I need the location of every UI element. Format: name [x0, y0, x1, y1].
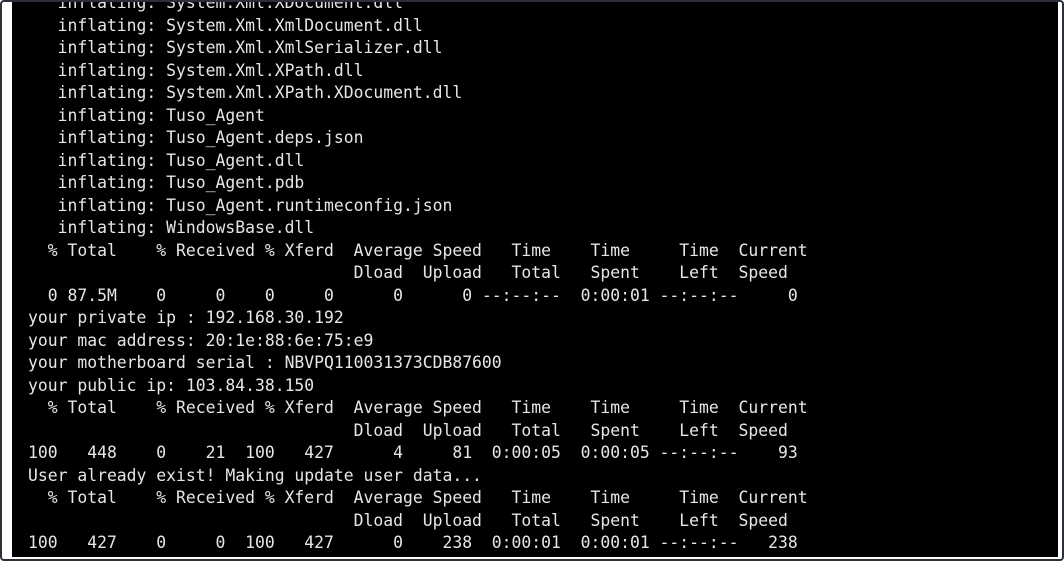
terminal-line: % Total % Received % Xferd Average Speed…	[28, 488, 808, 507]
terminal-line: % Total % Received % Xferd Average Speed…	[28, 398, 808, 417]
terminal-line: inflating: Tuso_Agent.deps.json	[28, 128, 364, 147]
terminal-line: inflating: System.Xml.XmlSerializer.dll	[28, 38, 443, 57]
terminal-line: Dload Upload Total Spent Left Speed	[28, 420, 788, 440]
terminal-window-frame: inflating: System.Xml.XDocument.dll infl…	[0, 0, 1064, 561]
terminal-line: 100 427 0 0 100 427 0 238 0:00:01 0:00:0…	[28, 533, 798, 552]
terminal-line: inflating: System.Xml.XDocument.dll	[28, 2, 403, 12]
terminal-line: inflating: WindowsBase.dll	[28, 218, 315, 237]
terminal-line: inflating: System.Xml.XmlDocument.dll	[28, 15, 423, 35]
terminal-output-area[interactable]: inflating: System.Xml.XDocument.dll infl…	[12, 2, 1058, 557]
terminal-line: inflating: Tuso_Agent	[28, 105, 265, 125]
terminal-line: Dload Upload Total Spent Left Speed	[28, 510, 788, 530]
terminal-line: Dload Upload Total Spent Left Speed	[28, 263, 788, 282]
terminal-line: your motherboard serial : NBVPQ110031373…	[28, 353, 502, 372]
terminal-line: your mac address: 20:1e:88:6e:75:e9	[28, 330, 374, 350]
terminal-line: inflating: Tuso_Agent.pdb	[28, 173, 305, 192]
terminal-line: inflating: System.Xml.XPath.dll	[28, 60, 364, 80]
terminal-line: 0 87.5M 0 0 0 0 0 0 --:--:-- 0:00:01 --:…	[28, 285, 798, 305]
terminal-line: inflating: Tuso_Agent.dll	[28, 150, 305, 170]
terminal-line: 100 448 0 21 100 427 4 81 0:00:05 0:00:0…	[28, 443, 798, 462]
terminal-lines: inflating: System.Xml.XDocument.dll infl…	[28, 2, 808, 555]
terminal-line: your public ip: 103.84.38.150	[28, 375, 315, 395]
terminal-line: your private ip : 192.168.30.192	[28, 308, 344, 327]
terminal-line: % Total % Received % Xferd Average Speed…	[28, 240, 808, 260]
terminal-line: inflating: Tuso_Agent.runtimeconfig.json	[28, 195, 453, 215]
terminal-line: User already exist! Making update user d…	[28, 465, 482, 485]
terminal-line: inflating: System.Xml.XPath.XDocument.dl…	[28, 83, 463, 102]
